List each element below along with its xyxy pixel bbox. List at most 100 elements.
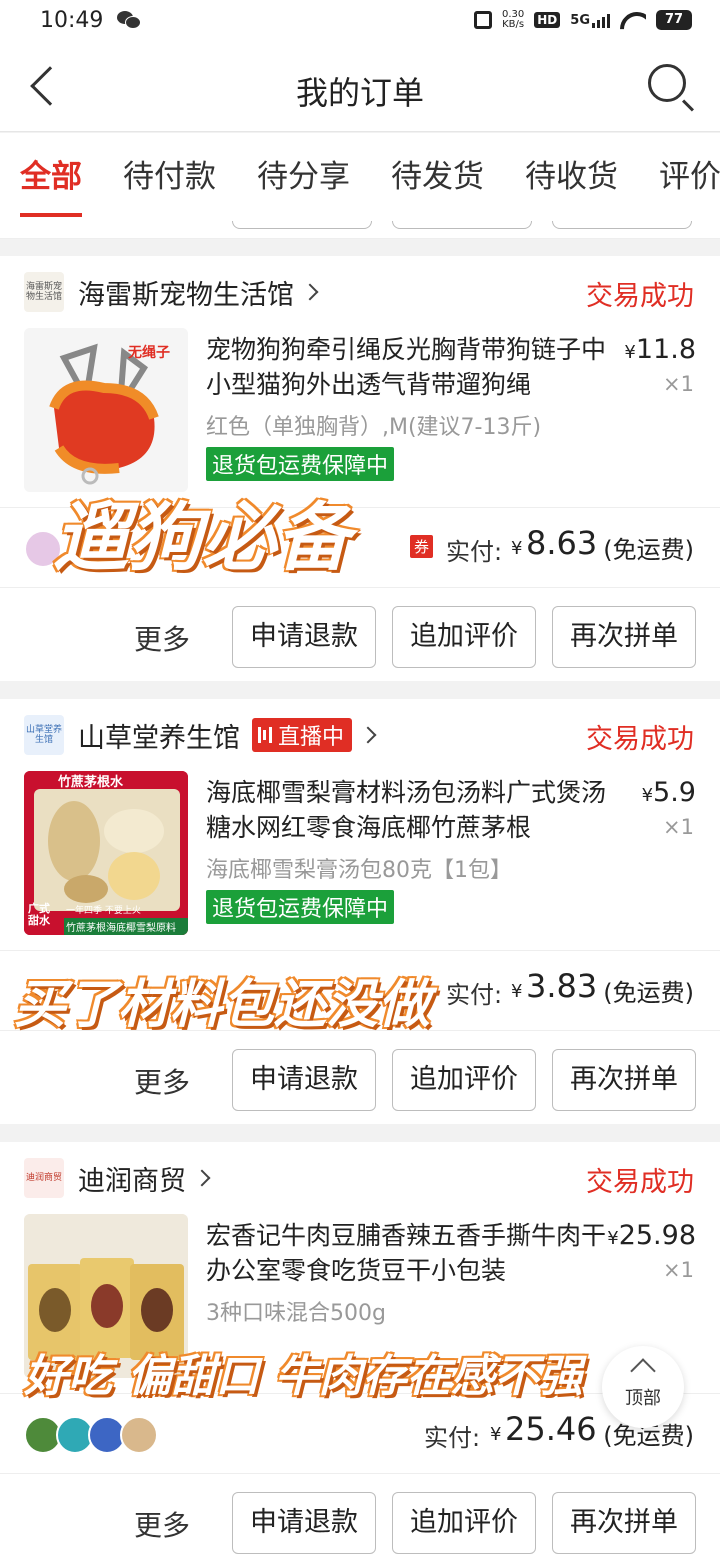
product-qty: ×1 [663, 1258, 694, 1282]
thumb-side-text: 广式甜水 [28, 902, 50, 927]
refund-button[interactable]: 申请退款 [232, 1049, 376, 1111]
thumb-subtext: 一年四季 不要上火 [66, 906, 141, 916]
paid-label: 实付: [424, 1424, 481, 1452]
paid-yen: ¥ [511, 538, 523, 559]
product-qty: ×1 [663, 372, 694, 396]
product-qty: ×1 [663, 815, 694, 839]
net-speed-unit: KB/s [502, 19, 525, 30]
price-value: 25.98 [618, 1220, 696, 1251]
price-yen: ¥ [624, 342, 636, 363]
header: 我的订单 [0, 40, 720, 132]
status-time: 10:49 [40, 7, 104, 33]
shop-name[interactable]: 山草堂养生馆 [78, 716, 240, 755]
refund-button[interactable]: 申请退款 [232, 606, 376, 668]
price-value: 11.8 [635, 334, 696, 365]
thumb-badge: 无绳子 [128, 345, 170, 361]
shop-logo: 海雷斯宠物生活馆 [24, 272, 64, 312]
shipping-note: (免运费) [603, 536, 694, 564]
order-card: 山草堂养生馆 山草堂养生馆 直播中 交易成功 竹蔗茅根水 广式甜水 一年四季 不… [0, 699, 720, 1124]
wechat-icon [117, 11, 142, 29]
tab-all[interactable]: 全部 [20, 133, 82, 221]
product-spec: 海底椰雪梨膏汤包80克【1包】 [206, 858, 512, 883]
guarantee-badge: 退货包运费保障中 [206, 890, 395, 924]
search-icon[interactable] [648, 64, 686, 102]
tab-pending-share[interactable]: 待分享 [257, 133, 350, 221]
paid-yen: ¥ [490, 1424, 502, 1445]
coupon-icon: 券 [410, 535, 434, 558]
back-to-top-label: 顶部 [625, 1388, 661, 1409]
tab-pending-payment[interactable]: 待付款 [123, 133, 216, 221]
product-price: ¥25.98 [607, 1220, 696, 1251]
order-status: 交易成功 [586, 724, 694, 755]
product-title[interactable]: 宏香记牛肉豆脯香辣五香手撕牛肉干办公室零食吃货豆干小包装 [206, 1218, 606, 1288]
status-indicators: 0.30 KB/s HD 5G 77 [474, 10, 692, 30]
more-button[interactable]: 更多 [134, 618, 190, 658]
shop-header[interactable]: 山草堂养生馆 山草堂养生馆 直播中 [24, 715, 377, 755]
price-yen: ¥ [607, 1228, 619, 1249]
sticker-caption: 买了材料包还没做 [13, 974, 431, 1036]
chevron-right-icon [193, 1169, 211, 1187]
order-card: 海雷斯宠物生活馆 海雷斯宠物生活馆 交易成功 无绳子 宠物狗狗牵引绳反光胸背带狗… [0, 256, 720, 681]
sticker-caption: 好吃 偏甜口 牛肉存在感不强 [23, 1350, 584, 1403]
paid-label: 实付: [446, 538, 503, 566]
product-title[interactable]: 宠物狗狗牵引绳反光胸背带狗链子中小型猫狗外出透气背带遛狗绳 [206, 332, 606, 402]
arrow-up-icon [630, 1358, 656, 1384]
shop-header[interactable]: 迪润商贸 迪润商贸 [24, 1158, 211, 1198]
product-spec: 红色（单独胸背）,M(建议7-13斤) [206, 415, 542, 440]
add-review-button[interactable]: 追加评价 [392, 1492, 536, 1554]
sticker-caption: 遛狗必备 [53, 494, 351, 582]
product-image[interactable]: 竹蔗茅根水 广式甜水 一年四季 不要上火 竹蔗茅根海底椰雪梨原料 [24, 771, 188, 935]
status-bar: 10:49 0.30 KB/s HD 5G 77 [0, 0, 720, 40]
product-image[interactable]: 无绳子 [24, 328, 188, 492]
shop-name[interactable]: 迪润商贸 [78, 1159, 186, 1198]
previous-order-edge [0, 221, 720, 239]
product-title[interactable]: 海底椰雪梨膏材料汤包汤料广式煲汤糖水网红零食海底椰竹蔗茅根 [206, 775, 606, 845]
chevron-right-icon [301, 283, 319, 301]
chevron-right-icon [359, 726, 377, 744]
action-row: 更多 申请退款 追加评价 再次拼单 [0, 1030, 720, 1128]
network-type: 5G [570, 12, 590, 28]
order-status: 交易成功 [586, 281, 694, 312]
action-row: 更多 申请退款 追加评价 再次拼单 [0, 587, 720, 685]
price-value: 5.9 [653, 777, 696, 808]
reorder-button[interactable]: 再次拼单 [552, 1492, 696, 1554]
group-avatars [24, 1416, 158, 1454]
more-button[interactable]: 更多 [134, 1061, 190, 1101]
add-review-button[interactable]: 追加评价 [392, 606, 536, 668]
shop-logo: 山草堂养生馆 [24, 715, 64, 755]
shop-logo: 迪润商贸 [24, 1158, 64, 1198]
tab-pending-receive[interactable]: 待收货 [525, 133, 618, 221]
avatar [120, 1416, 158, 1454]
product-price: ¥5.9 [642, 777, 696, 808]
order-status: 交易成功 [586, 1167, 694, 1198]
shipping-note: (免运费) [603, 979, 694, 1007]
refund-button[interactable]: 申请退款 [232, 1492, 376, 1554]
reorder-button[interactable]: 再次拼单 [552, 606, 696, 668]
tab-pending-ship[interactable]: 待发货 [391, 133, 484, 221]
thumb-bottom-text: 竹蔗茅根海底椰雪梨原料 [64, 918, 188, 935]
tab-review[interactable]: 评价 [659, 133, 720, 221]
shop-header[interactable]: 海雷斯宠物生活馆 海雷斯宠物生活馆 [24, 272, 319, 312]
live-icon [258, 727, 272, 743]
action-row: 更多 申请退款 追加评价 再次拼单 [0, 1473, 720, 1560]
paid-amount: 3.83 [526, 967, 598, 1005]
add-review-button[interactable]: 追加评价 [392, 1049, 536, 1111]
product-price: ¥11.8 [624, 334, 696, 365]
price-yen: ¥ [641, 785, 654, 806]
wifi-icon [620, 10, 646, 30]
page-title: 我的订单 [295, 74, 424, 112]
more-button[interactable]: 更多 [134, 1504, 190, 1544]
reorder-button[interactable]: 再次拼单 [552, 1049, 696, 1111]
guarantee-badge: 退货包运费保障中 [206, 447, 395, 481]
hd-icon: HD [534, 12, 561, 28]
paid-yen: ¥ [511, 981, 523, 1002]
back-to-top-button[interactable]: 顶部 [602, 1346, 684, 1428]
net-speed: 0.30 KB/s [502, 10, 524, 30]
shop-name[interactable]: 海雷斯宠物生活馆 [78, 273, 294, 312]
live-label: 直播中 [278, 725, 345, 750]
live-badge[interactable]: 直播中 [252, 718, 353, 752]
thumb-title: 竹蔗茅根水 [58, 775, 124, 790]
battery-icon: 77 [656, 10, 692, 30]
signal-icon: 5G [570, 13, 610, 28]
product-spec: 3种口味混合500g [206, 1301, 386, 1326]
